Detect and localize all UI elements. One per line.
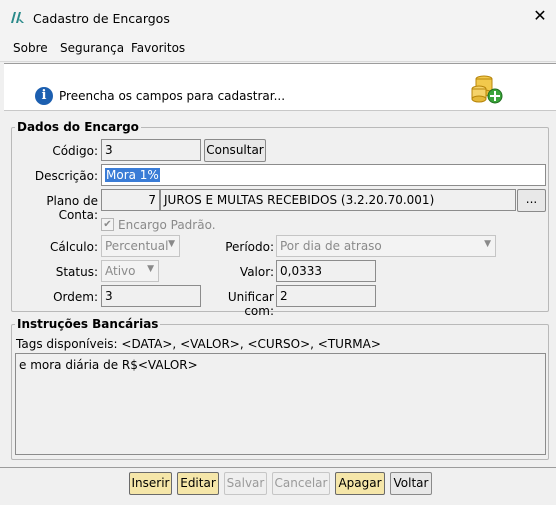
- unificar-field[interactable]: 2: [276, 285, 376, 307]
- descricao-field[interactable]: Mora 1%: [101, 164, 546, 186]
- status-value: Ativo: [105, 264, 136, 278]
- dados-encargo-legend: Dados do Encargo: [15, 120, 141, 134]
- tags-hint: Tags disponíveis: <DATA>, <VALOR>, <CURS…: [16, 337, 381, 351]
- plano-conta-description: JUROS E MULTAS RECEBIDOS (3.2.20.70.001): [160, 189, 516, 211]
- instrucoes-text: e mora diária de R$<VALOR>: [19, 358, 198, 372]
- info-icon: i: [35, 87, 53, 105]
- close-icon[interactable]: ✕: [530, 6, 550, 26]
- ordem-field[interactable]: 3: [101, 285, 201, 307]
- calculo-label: Cálculo:: [50, 240, 98, 254]
- voltar-button[interactable]: Voltar: [390, 472, 432, 495]
- app-logo-icon: [11, 12, 24, 23]
- consultar-button[interactable]: Consultar: [204, 139, 266, 162]
- plano-conta-number[interactable]: 7: [101, 189, 160, 211]
- menu-favoritos[interactable]: Favoritos: [131, 41, 185, 55]
- menu-seguranca[interactable]: Segurança: [60, 41, 124, 55]
- valor-label: Valor:: [239, 265, 274, 279]
- calculo-select[interactable]: Percentual ▼: [101, 235, 180, 257]
- menu-seguranca-label: Segurança: [60, 41, 125, 55]
- menu-sobre-label: Sobre: [13, 41, 48, 55]
- coins-add-icon: [471, 75, 503, 104]
- inserir-button[interactable]: Inserir: [129, 472, 172, 495]
- menu-favoritos-label: Favoritos: [131, 41, 186, 55]
- status-label: Status:: [55, 265, 98, 279]
- encargo-padrao-label: Encargo Padrão.: [118, 218, 216, 232]
- menu-sobre[interactable]: Sobre: [13, 41, 48, 55]
- plano-browse-button[interactable]: ...: [517, 189, 546, 212]
- encargo-padrao-checkbox[interactable]: ✔: [101, 218, 114, 231]
- chevron-down-icon: ▼: [484, 239, 491, 249]
- periodo-select[interactable]: Por dia de atraso ▼: [276, 235, 496, 257]
- chevron-down-icon: ▼: [147, 264, 154, 274]
- apagar-button[interactable]: Apagar: [335, 472, 385, 495]
- chevron-down-icon: ▼: [168, 239, 175, 249]
- instrucoes-textarea[interactable]: e mora diária de R$<VALOR>: [15, 353, 546, 455]
- calculo-value: Percentual: [105, 239, 169, 253]
- descricao-label: Descrição:: [34, 169, 98, 183]
- codigo-label: Código:: [52, 144, 98, 158]
- periodo-value: Por dia de atraso: [280, 239, 382, 253]
- ordem-label: Ordem:: [53, 290, 98, 304]
- editar-button[interactable]: Editar: [177, 472, 219, 495]
- codigo-field[interactable]: 3: [101, 139, 201, 161]
- cancelar-button[interactable]: Cancelar: [272, 472, 330, 495]
- instrucoes-legend: Instruções Bancárias: [15, 317, 161, 331]
- unificar-label: Unificar com:: [227, 290, 274, 318]
- periodo-label: Período:: [225, 240, 274, 254]
- status-select[interactable]: Ativo ▼: [101, 260, 159, 282]
- window-title: Cadastro de Encargos: [33, 11, 170, 26]
- header-message: Preencha os campos para cadastrar...: [59, 89, 286, 103]
- plano-conta-label: Plano de Conta:: [46, 194, 98, 222]
- descricao-value: Mora 1%: [105, 168, 160, 182]
- salvar-button[interactable]: Salvar: [224, 472, 267, 495]
- valor-field[interactable]: 0,0333: [276, 260, 376, 282]
